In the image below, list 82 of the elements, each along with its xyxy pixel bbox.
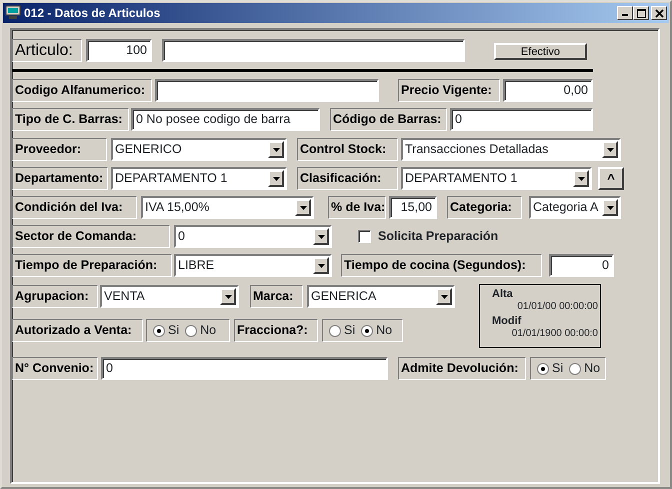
input-field[interactable]: 100	[86, 39, 152, 62]
field-label: Control Stock:	[297, 138, 398, 161]
dropdown-field[interactable]: 0	[174, 225, 332, 248]
field-label: Código de Barras:	[330, 108, 447, 131]
field-label: Agrupacion:	[12, 285, 98, 308]
caret-icon	[298, 204, 308, 210]
computer-icon	[5, 5, 21, 21]
radio-option[interactable]: No	[185, 321, 216, 340]
dropdown-button[interactable]	[268, 141, 284, 158]
checkbox-box[interactable]	[358, 230, 371, 243]
caret-icon	[440, 294, 448, 300]
dropdown-field[interactable]: Categoria A	[529, 196, 621, 219]
radio-option[interactable]: Si	[537, 359, 564, 378]
caret-icon	[316, 262, 326, 268]
caret-icon	[606, 204, 614, 210]
minimize-button[interactable]	[617, 6, 633, 20]
field-label: Fracciona?:	[234, 319, 318, 342]
dropdown-field[interactable]: LIBRE	[174, 254, 332, 277]
close-icon	[654, 8, 664, 18]
input-field[interactable]	[162, 39, 465, 62]
dropdown-field[interactable]: DEPARTAMENTO 1	[401, 167, 592, 190]
field-label: Tiempo de cocina (Segundos):	[341, 254, 542, 277]
minimize-icon	[622, 14, 628, 16]
field-label: % de Iva:	[328, 196, 386, 219]
caret-icon	[576, 176, 586, 182]
caret-icon	[606, 146, 614, 152]
dropdown-button[interactable]	[313, 257, 329, 274]
field-label: Proveedor:	[12, 138, 107, 161]
input-field[interactable]: 15,00	[389, 196, 437, 219]
radio-option[interactable]: No	[361, 321, 392, 340]
input-field[interactable]: 0	[101, 357, 388, 380]
caret-icon	[272, 176, 280, 182]
field-label: N° Convenio:	[12, 357, 98, 380]
dropdown-button[interactable]	[268, 170, 284, 187]
dropdown-button[interactable]	[573, 170, 589, 187]
input-field[interactable]: 0	[549, 254, 614, 277]
close-button[interactable]	[651, 6, 667, 20]
dropdown-button[interactable]	[313, 228, 329, 245]
dropdown-button[interactable]	[436, 288, 452, 305]
push-button[interactable]: ^	[598, 167, 624, 190]
field-label: Precio Vigente:	[398, 79, 500, 102]
audit-label: Modif	[492, 315, 522, 328]
field-label: Tiempo de Preparación:	[12, 254, 172, 277]
maximize-button[interactable]	[633, 6, 649, 20]
input-field[interactable]	[155, 79, 379, 102]
radio-option[interactable]: Si	[153, 321, 180, 340]
dropdown-field[interactable]: Transacciones Detalladas	[401, 138, 621, 161]
caret-icon	[272, 146, 280, 152]
audit-date: 01/01/00 00:00:00	[517, 300, 598, 313]
field-label: Departamento:	[12, 167, 108, 190]
dropdown-button[interactable]	[295, 199, 311, 216]
field-label: Condición del Iva:	[12, 196, 137, 219]
input-field[interactable]: 0	[450, 108, 593, 131]
audit-label: Alta	[492, 288, 513, 301]
dropdown-field[interactable]: IVA 15,00%	[141, 196, 314, 219]
window-title: 012 - Datos de Articulos	[24, 5, 160, 22]
audit-date: 01/01/1900 00:00:0	[512, 327, 598, 340]
caret-icon	[224, 294, 232, 300]
field-label: Categoria:	[447, 196, 522, 219]
dropdown-field[interactable]: GENERICO	[111, 138, 287, 161]
push-button[interactable]: Efectivo	[494, 43, 587, 60]
input-field[interactable]: 0,00	[503, 79, 593, 102]
dropdown-field[interactable]: DEPARTAMENTO 1	[111, 167, 287, 190]
dropdown-button[interactable]	[220, 288, 236, 305]
field-label: Codigo Alfanumerico:	[12, 79, 152, 102]
field-label: Marca:	[250, 285, 303, 308]
field-label: Autorizado a Venta:	[12, 319, 143, 342]
caret-icon	[316, 234, 326, 240]
dropdown-button[interactable]	[602, 141, 618, 158]
dropdown-field[interactable]: VENTA	[100, 285, 239, 308]
radio-option[interactable]: No	[569, 359, 600, 378]
checkbox[interactable]: Solicita Preparación	[358, 225, 508, 248]
field-label: Admite Devolución:	[398, 357, 526, 380]
field-label: Clasificación:	[297, 167, 398, 190]
input-field[interactable]: 0 No posee codigo de barra	[131, 108, 320, 131]
maximize-icon	[636, 8, 646, 18]
field-label: Tipo de C. Barras:	[12, 108, 129, 131]
field-label: Sector de Comanda:	[12, 225, 170, 248]
field-label: Articulo:	[12, 39, 82, 62]
radio-option[interactable]: Si	[329, 321, 356, 340]
dropdown-field[interactable]: GENERICA	[307, 285, 455, 308]
dropdown-button[interactable]	[602, 199, 618, 216]
